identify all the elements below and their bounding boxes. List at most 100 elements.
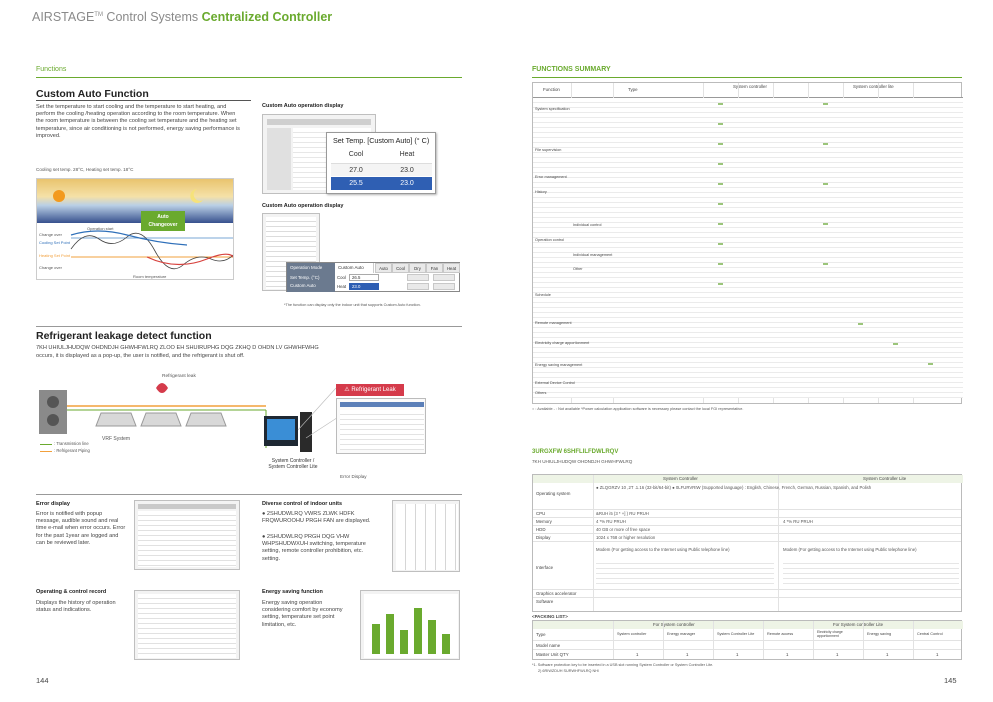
group-others: Others (535, 391, 547, 395)
brand-product: Centralized Controller (201, 10, 333, 24)
heating-set-point-label: Heating Set Point (39, 253, 71, 258)
group-remote-management: Remote management (535, 321, 572, 325)
spec-memory-value: 4 *% RU PRUH (596, 519, 626, 524)
spec-header-sc: System Controller (663, 476, 698, 481)
custom-auto-body: Set the temperature to start cooling and… (36, 104, 240, 139)
error-display-list (340, 410, 424, 450)
sun-icon (53, 190, 65, 202)
mode-cool-button[interactable]: Cool (392, 263, 409, 273)
divider-2 (36, 494, 462, 495)
group-operation-control: Operation control (535, 238, 565, 242)
mode-fan-button[interactable]: Fan (426, 263, 443, 273)
packing-col-2: Energy manager (667, 632, 696, 636)
feature-energy-title: Energy saving function (262, 589, 323, 595)
mode-auto-button[interactable]: Auto (375, 263, 392, 273)
packing-header-scl: For System controller Lite (833, 622, 884, 627)
error-display-screenshot (336, 398, 426, 454)
packing-col-7: Central Control (917, 632, 943, 636)
spec-graphics-label: Graphics accelerator (536, 591, 577, 596)
sidebar-strip (267, 128, 291, 190)
diverse-shot-grid (396, 504, 458, 570)
feature-error-body: Error is notified with popup message, au… (36, 511, 126, 546)
functions-summary-title: FUNCTIONS SUMMARY (532, 66, 611, 73)
spec-table: System Controller System Controller Lite… (532, 474, 963, 612)
heat-label: Heat (337, 284, 347, 289)
custom-auto-diagram: Operation start Auto Changeover Change o… (36, 178, 234, 280)
set-temp-popup: Set Temp. [Custom Auto] (° C) Cool Heat … (326, 132, 436, 194)
refrigerant-title: Refrigerant leakage detect function (36, 330, 212, 342)
custom-auto-example: Cooling set temp. 28°C, Heating set temp… (36, 167, 134, 172)
spec-interface-label: Interface (536, 565, 554, 570)
controller-label: System Controller / System Controller Li… (258, 458, 328, 470)
spec-os-label: Operating system (536, 491, 571, 496)
packing-qty-3: 1 (736, 652, 739, 657)
heat-up-button[interactable] (433, 283, 455, 290)
refrigerant-leak-popup: ⚠ Refrigerant Leak (336, 384, 404, 396)
changeover-1-label: Change over (39, 232, 62, 237)
spec-memory-label: Memory (536, 519, 552, 524)
cool-down-button[interactable] (407, 274, 429, 281)
cool-input[interactable]: 26.5 (349, 274, 379, 281)
mode-dry-button[interactable]: Dry (409, 263, 426, 273)
feature-diverse-title: Diverse control of indoor units (262, 501, 343, 507)
temp-row-1[interactable]: 27.0 23.0 (331, 163, 432, 176)
brand-mid: Control Systems (102, 10, 202, 24)
col-heat-header: Heat (399, 151, 415, 158)
packing-col-6: Energy saving (867, 632, 892, 636)
display2-caption: Custom Auto operation display (262, 203, 344, 209)
spec-software-label: Software (536, 599, 554, 604)
auto-badge-line2: Changeover (148, 222, 178, 228)
feature-diverse-body-1: ● 2SHUDWLRQ VWRS ZLWK HDFK FRQWUROOHU PR… (262, 511, 371, 525)
refrigerant-diagram: Refrigerant leak ⚠ Refrigerant Leak VRF … (36, 368, 462, 484)
packing-qty-6: 1 (886, 652, 889, 657)
display2-footnote: *The function can display only the indoo… (284, 303, 421, 307)
right-page-number: 145 (944, 676, 957, 685)
feature-diverse-body-2: ● 2SHUDWLRQ PRGH DQG VHW WHPSHUDWXUH swi… (262, 534, 366, 562)
functions-table: Function Type System controller System c… (532, 82, 963, 404)
group-schedule: Schedule (535, 293, 551, 297)
error-display-titlebar (340, 402, 424, 407)
operation-start-label: Operation start (87, 226, 114, 231)
packing-qty-1: 1 (636, 652, 639, 657)
chart-bg (37, 223, 233, 279)
cool-up-button[interactable] (433, 274, 455, 281)
group-external-device: External Device Control (535, 381, 575, 385)
spec-hdd-value: 40 GB or more of free space (596, 527, 651, 532)
packing-col-3: System Controller Lite (717, 632, 755, 636)
vrf-system-label: VRF System (102, 436, 131, 442)
changeover-2-label: Change over (39, 265, 62, 270)
subgroup-other: Other (573, 267, 583, 271)
interface-detail-lines (596, 559, 774, 587)
group-electricity: Electricity charge apportionment (535, 341, 590, 345)
row2-cool: 25.5 (349, 180, 363, 187)
auto-changeover-badge: Auto Changeover (141, 211, 185, 231)
packing-type-label: Type (536, 632, 546, 637)
th-function: Function (543, 87, 560, 92)
packing-qty-4: 1 (786, 652, 789, 657)
heat-input[interactable]: 23.0 (349, 283, 379, 290)
error-shot-list (138, 511, 236, 567)
group-history: History (535, 190, 547, 194)
spec-display-value: 1024 x 768 or higher resolution (596, 535, 656, 540)
heat-down-button[interactable] (407, 283, 429, 290)
table-body (533, 98, 963, 398)
energy-shot-chart (364, 594, 458, 658)
packing-col-1: System controller (617, 632, 647, 636)
spec-memory-value-lite: 4 *% RU PRUH (783, 519, 813, 524)
custom-auto-sub-label: Custom Auto (290, 283, 316, 288)
legend-transmission: : Transmission line (54, 441, 89, 446)
record-shot-list (138, 594, 236, 658)
error-shot-toolbar (138, 504, 236, 509)
spec-hdd-label: HDD (536, 527, 546, 532)
error-display-label: Error Display (340, 474, 367, 479)
cooling-set-point-label: Cooling Set Point (39, 240, 70, 245)
col-cool-header: Cool (348, 151, 364, 158)
refrigerant-leak-popup-label: Refrigerant Leak (351, 387, 396, 393)
spec-interface-value-lite: Modem (For getting access to the Interne… (783, 547, 917, 552)
group-energy-saving: Energy saving management (535, 363, 583, 367)
packing-qty-2: 1 (686, 652, 689, 657)
mode-heat-button[interactable]: Heat (443, 263, 460, 273)
spec-display-label: Display (536, 535, 551, 540)
temp-row-2-selected[interactable]: 25.5 23.0 (331, 177, 432, 190)
toolbar-strip (267, 119, 371, 125)
